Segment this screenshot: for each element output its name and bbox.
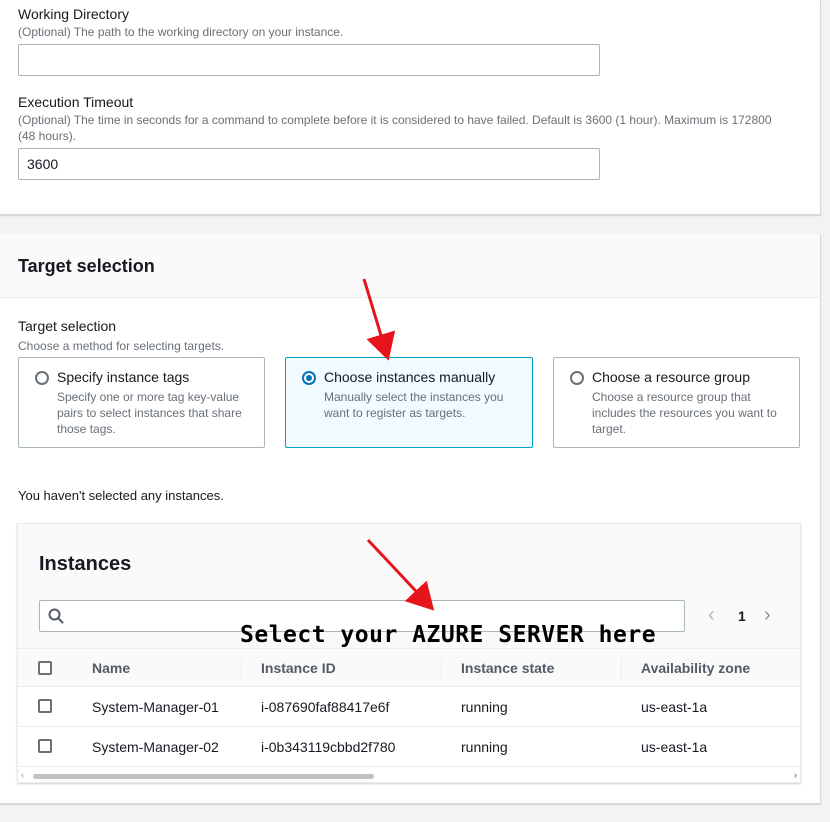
scrollbar-thumb[interactable] xyxy=(33,774,374,779)
column-divider xyxy=(621,659,622,679)
instances-title: Instances xyxy=(39,553,132,575)
execution-timeout-input[interactable] xyxy=(18,148,600,180)
target-selection-title: Target selection xyxy=(18,256,155,276)
instance-id: i-0b343119cbbd2f780 xyxy=(261,739,396,755)
instance-name: System-Manager-01 xyxy=(92,699,219,715)
working-directory-input[interactable] xyxy=(18,44,600,76)
target-selection-header: Target selection xyxy=(0,234,820,298)
select-all-checkbox[interactable] xyxy=(38,661,52,675)
option-choose-resource-group[interactable]: Choose a resource group Choose a resourc… xyxy=(553,357,800,448)
search-icon xyxy=(48,608,64,624)
radio-button[interactable] xyxy=(570,371,584,385)
target-selection-label: Target selection xyxy=(18,318,117,334)
instances-table-container: Instances ‹ 1 › Name Instance ID Instanc… xyxy=(17,523,801,783)
annotation-text: Select your AZURE SERVER here xyxy=(240,622,657,648)
table-row[interactable]: System-Manager-02 i-0b343119cbbd2f780 ru… xyxy=(18,727,800,767)
radio-button-selected[interactable] xyxy=(302,371,316,385)
column-header-name[interactable]: Name xyxy=(92,660,130,676)
working-directory-label: Working Directory xyxy=(18,6,129,22)
option-title: Choose a resource group xyxy=(592,369,750,385)
selection-status-text: You haven't selected any instances. xyxy=(18,488,224,503)
option-description: Manually select the instances you want t… xyxy=(324,390,504,420)
target-selection-panel: Target selection Target selection Choose… xyxy=(0,234,821,804)
row-checkbox[interactable] xyxy=(38,699,52,713)
table-column-headers: Name Instance ID Instance state Availabi… xyxy=(18,648,800,687)
execution-timeout-description-cont: (48 hours). xyxy=(18,129,77,143)
column-header-availability-zone[interactable]: Availability zone xyxy=(641,660,750,676)
availability-zone: us-east-1a xyxy=(641,739,708,755)
availability-zone: us-east-1a xyxy=(641,699,708,715)
column-divider xyxy=(441,659,442,679)
option-specify-instance-tags[interactable]: Specify instance tags Specify one or mor… xyxy=(18,357,265,448)
execution-timeout-description: (Optional) The time in seconds for a com… xyxy=(18,113,772,127)
row-checkbox[interactable] xyxy=(38,739,52,753)
horizontal-scrollbar[interactable]: ‹ › xyxy=(18,770,800,782)
option-title: Specify instance tags xyxy=(57,369,190,385)
execution-timeout-label: Execution Timeout xyxy=(18,94,134,110)
instance-id: i-087690faf88417e6f xyxy=(261,699,390,715)
option-title: Choose instances manually xyxy=(324,369,496,385)
pagination-next-icon[interactable]: › xyxy=(764,604,771,627)
instance-state: running xyxy=(461,739,508,755)
scroll-right-icon[interactable]: › xyxy=(794,770,797,780)
scroll-left-icon[interactable]: ‹ xyxy=(21,770,24,780)
instance-name: System-Manager-02 xyxy=(92,739,219,755)
radio-button[interactable] xyxy=(35,371,49,385)
working-directory-description: (Optional) The path to the working direc… xyxy=(18,25,344,39)
option-description: Choose a resource group that includes th… xyxy=(592,390,777,436)
pagination-prev-icon[interactable]: ‹ xyxy=(708,604,715,627)
column-header-instance-state[interactable]: Instance state xyxy=(461,660,554,676)
table-row[interactable]: System-Manager-01 i-087690faf88417e6f ru… xyxy=(18,687,800,727)
column-divider xyxy=(241,659,242,679)
command-parameters-panel: Working Directory (Optional) The path to… xyxy=(0,0,821,215)
option-choose-instances-manually[interactable]: Choose instances manually Manually selec… xyxy=(285,357,533,448)
option-description: Specify one or more tag key-value pairs … xyxy=(57,390,242,436)
column-header-instance-id[interactable]: Instance ID xyxy=(261,660,336,676)
instance-state: running xyxy=(461,699,508,715)
pagination-page-number[interactable]: 1 xyxy=(738,608,746,624)
target-selection-description: Choose a method for selecting targets. xyxy=(18,339,225,353)
